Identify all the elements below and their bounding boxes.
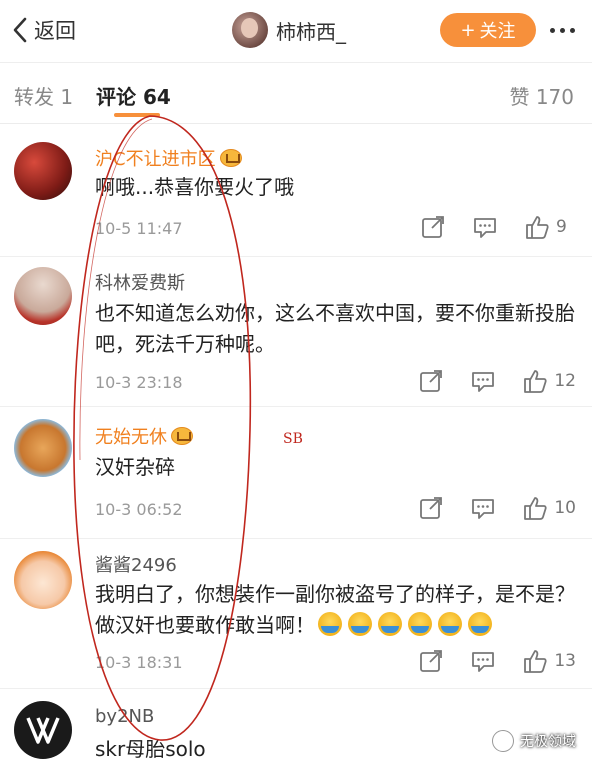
- comment-text: 也不知道怎么劝你，这么不喜欢中国，要不你重新投胎吧，死法千万种呢。: [95, 301, 575, 356]
- cry-emoji-icon: [318, 612, 342, 636]
- comment-time: 10-5 11:47: [95, 219, 183, 238]
- follow-button[interactable]: + 关注: [440, 13, 536, 47]
- like-count: 9: [556, 217, 567, 237]
- watermark: 无极领域: [492, 730, 576, 752]
- comment-actions: 13: [392, 648, 576, 674]
- cry-emoji-icon: [468, 612, 492, 636]
- comment-author[interactable]: 酱酱2496: [95, 551, 177, 577]
- watermark-text: 无极领域: [520, 734, 576, 750]
- comment-actions: 10: [392, 495, 576, 521]
- avatar[interactable]: [14, 142, 72, 200]
- tab-repost[interactable]: 转发 1: [14, 81, 73, 110]
- comment-icon[interactable]: [472, 214, 498, 240]
- like-icon[interactable]: [522, 648, 548, 674]
- back-label: 返回: [34, 19, 76, 43]
- share-icon[interactable]: [418, 648, 444, 674]
- tab-likes[interactable]: 赞 170: [509, 81, 574, 110]
- follow-label: 关注: [479, 21, 516, 42]
- comment-icon[interactable]: [470, 495, 496, 521]
- back-button[interactable]: 返回: [10, 14, 76, 46]
- back-chevron-icon: [13, 17, 27, 43]
- share-icon[interactable]: [418, 368, 444, 394]
- cry-emoji-icon: [348, 612, 372, 636]
- top-bar: 返回 柿柿西_ + 关注: [0, 0, 592, 62]
- comment-time: 10-3 06:52: [95, 500, 183, 519]
- comment-actions: 9: [394, 214, 576, 240]
- like-icon[interactable]: [524, 214, 550, 240]
- annotation-text: SB: [283, 431, 303, 447]
- tabs-bar: 转发 1 评论 64 赞 170: [0, 62, 592, 124]
- avatar[interactable]: [14, 267, 72, 325]
- cry-emoji-icon: [378, 612, 402, 636]
- comment-icon[interactable]: [470, 368, 496, 394]
- vip-crown-icon: [219, 149, 242, 167]
- like-count: 13: [554, 651, 576, 671]
- follow-plus: +: [460, 19, 476, 41]
- post-author[interactable]: 柿柿西_: [232, 12, 346, 48]
- cry-emoji-icon: [438, 612, 462, 636]
- tab-active-indicator: [114, 113, 160, 117]
- share-icon[interactable]: [418, 495, 444, 521]
- comment-author[interactable]: 沪C不让进市区: [95, 145, 242, 171]
- like-count: 12: [554, 371, 576, 391]
- comment-item: by2NB skr母胎solo: [0, 689, 592, 766]
- like-icon[interactable]: [522, 368, 548, 394]
- author-avatar[interactable]: [232, 12, 268, 48]
- tab-comments[interactable]: 评论 64: [96, 81, 171, 110]
- comment-item: 无始无休 汉奸杂碎 10-3 06:52 10: [0, 407, 592, 539]
- comment-item: 沪C不让进市区 啊哦...恭喜你要火了哦 10-5 11:47 9: [0, 125, 592, 257]
- like-icon[interactable]: [522, 495, 548, 521]
- avatar[interactable]: [14, 419, 72, 477]
- more-dots-icon[interactable]: [544, 18, 580, 42]
- comment-author[interactable]: by2NB: [95, 706, 154, 727]
- avatar[interactable]: [14, 701, 72, 759]
- comment-text: 我明白了，你想装作一副你被盗号了的样子，是不是？做汉奸也要敢作敢当啊！: [95, 579, 583, 641]
- comment-actions: 12: [392, 368, 576, 394]
- like-count: 10: [554, 498, 576, 518]
- cry-emoji-icon: [408, 612, 432, 636]
- alan-walker-logo-icon: [26, 717, 60, 744]
- comment-item: 酱酱2496 我明白了，你想装作一副你被盗号了的样子，是不是？做汉奸也要敢作敢当…: [0, 539, 592, 689]
- vip-crown-icon: [171, 427, 193, 445]
- comment-author[interactable]: 无始无休: [95, 423, 193, 449]
- comment-time: 10-3 23:18: [95, 373, 183, 392]
- share-icon[interactable]: [420, 214, 446, 240]
- comment-icon[interactable]: [470, 648, 496, 674]
- comment-item: 科林爱费斯 也不知道怎么劝你，这么不喜欢中国，要不你重新投胎吧，死法千万种呢。 …: [0, 257, 592, 407]
- comment-text: 汉奸杂碎: [95, 455, 175, 479]
- watermark-logo-icon: [492, 730, 514, 752]
- comment-text: 啊哦...恭喜你要火了哦: [95, 175, 295, 199]
- avatar[interactable]: [14, 551, 72, 609]
- author-name[interactable]: 柿柿西_: [276, 16, 346, 45]
- comment-author[interactable]: 科林爱费斯: [95, 269, 185, 295]
- comment-time: 10-3 18:31: [95, 653, 183, 672]
